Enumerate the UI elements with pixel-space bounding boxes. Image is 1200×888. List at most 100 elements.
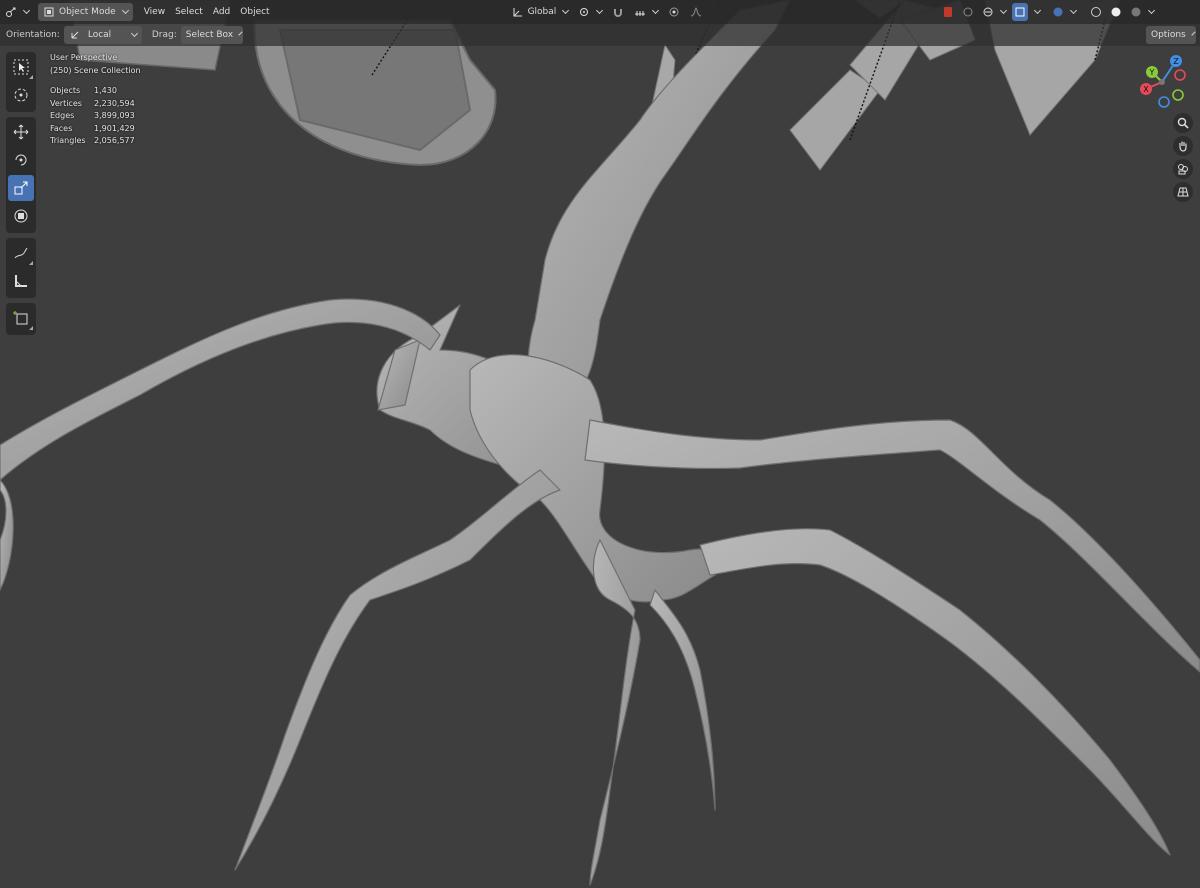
menu-add[interactable]: Add	[208, 3, 235, 21]
snap-magnet-icon	[614, 9, 623, 17]
selectability-button[interactable]	[940, 3, 956, 21]
tool-settings-bar: Orientation: Local Drag: Select Box Opti…	[0, 24, 1200, 46]
stat-key: Triangles	[50, 136, 86, 145]
cursor-tool[interactable]	[8, 82, 34, 108]
proportional-editing-icon	[669, 7, 679, 17]
3d-viewport[interactable]: Object Mode View Select Add Object Globa…	[0, 0, 1200, 888]
stat-value: 2,230,594	[94, 98, 135, 108]
rotate-tool[interactable]	[8, 147, 34, 173]
navigation-buttons	[1173, 113, 1195, 205]
rotate-icon	[15, 154, 27, 166]
scale-tool[interactable]	[8, 175, 34, 201]
menu-select[interactable]: Select	[170, 3, 208, 21]
stat-value: 3,899,093	[94, 111, 135, 120]
add-cube-tool[interactable]	[8, 305, 34, 331]
menu-add-label: Add	[212, 7, 231, 17]
solid-shading-icon	[1111, 7, 1121, 17]
move-icon	[13, 124, 29, 140]
overlays-toggle[interactable]	[980, 3, 1008, 21]
snap-toggle[interactable]	[607, 3, 629, 21]
navigation-gizmo[interactable]: Z Y X	[1134, 52, 1194, 112]
selectability-icon	[944, 7, 952, 17]
add-cube-icon	[13, 311, 28, 325]
transform-icon	[14, 209, 28, 223]
local-axes-icon	[71, 31, 79, 39]
proportional-editing-toggle[interactable]	[663, 3, 685, 21]
solid-shading-button[interactable]	[1108, 3, 1124, 21]
stat-row: Objects 1,430	[50, 85, 141, 98]
move-tool[interactable]	[8, 119, 34, 145]
orientation-label: Orientation:	[6, 30, 60, 40]
stat-value: 1,430	[94, 86, 117, 95]
gizmo-toggle[interactable]	[960, 3, 976, 21]
options-dropdown[interactable]: Options	[1146, 26, 1196, 44]
falloff-curve-icon	[691, 7, 702, 17]
orientation-value: Local	[87, 30, 112, 40]
zoom-button[interactable]	[1173, 113, 1193, 133]
stat-row: Faces 1,901,429	[50, 123, 141, 136]
annotate-icon	[14, 247, 28, 259]
stat-row: Triangles 2,056,577	[50, 135, 141, 148]
view-name: User Perspective	[50, 53, 118, 62]
stat-row: Edges 3,899,093	[50, 110, 141, 123]
overlays-icon	[983, 7, 993, 17]
drag-label: Drag:	[151, 30, 177, 40]
measure-icon	[15, 275, 27, 287]
cursor-icon	[14, 88, 28, 102]
rendered-shading-button[interactable]	[1128, 3, 1156, 21]
rendered-shading-icon	[1131, 7, 1141, 17]
menu-select-label: Select	[175, 7, 203, 17]
snap-increment-icon	[635, 11, 646, 16]
annotate-tool[interactable]	[8, 240, 34, 266]
stat-key: Vertices	[50, 98, 82, 108]
pivot-point-icon	[580, 8, 589, 16]
xray-toggle[interactable]	[1012, 3, 1028, 21]
orientation-dropdown[interactable]: Local	[63, 26, 142, 44]
creature-mesh	[0, 0, 1200, 886]
mode-dropdown[interactable]: Object Mode	[38, 3, 133, 21]
stat-value: 2,056,577	[94, 136, 135, 145]
stat-key: Edges	[50, 111, 75, 120]
pivot-point-dropdown[interactable]	[573, 3, 607, 21]
stat-value: 1,901,429	[94, 123, 135, 133]
transform-orientation-label: Global	[527, 7, 557, 17]
grid-perspective-icon	[1177, 187, 1189, 197]
3d-viewport-icon	[6, 7, 16, 17]
material-preview-icon	[1053, 7, 1063, 17]
y-axis-label: Y	[1149, 68, 1155, 77]
stat-key: Objects	[50, 86, 81, 95]
options-label: Options	[1151, 30, 1186, 40]
object-mode-icon	[44, 7, 54, 17]
menu-view[interactable]: View	[139, 3, 170, 21]
viewport-shading-popover[interactable]	[1050, 3, 1078, 21]
select-box-icon	[13, 59, 29, 75]
pan-hand-icon	[1179, 141, 1187, 152]
toolbar	[6, 52, 36, 340]
transform-orientation-dropdown[interactable]: Global	[507, 3, 574, 21]
proportional-falloff-dropdown[interactable]	[685, 3, 707, 21]
xray-icon	[1015, 7, 1025, 17]
viewport-header: Object Mode View Select Add Object Globa…	[0, 0, 1200, 24]
drag-value: Select Box	[185, 30, 234, 40]
gizmo-toggle-icon	[963, 7, 973, 17]
camera-icon	[1178, 164, 1188, 175]
perspective-toggle-button[interactable]	[1173, 182, 1193, 202]
scale-icon	[14, 181, 28, 195]
editor-type-button[interactable]	[0, 3, 34, 21]
negative-x-axis-icon	[1174, 69, 1186, 81]
drag-dropdown[interactable]: Select Box	[180, 26, 243, 44]
stat-row: Vertices 2,230,594	[50, 98, 141, 111]
select-box-tool[interactable]	[8, 54, 34, 80]
global-axes-icon	[513, 8, 522, 17]
measure-tool[interactable]	[8, 268, 34, 294]
pan-button[interactable]	[1173, 136, 1193, 156]
menu-object[interactable]: Object	[235, 3, 274, 21]
stat-key: Faces	[50, 123, 73, 133]
transform-tool[interactable]	[8, 203, 34, 229]
camera-view-button[interactable]	[1173, 159, 1193, 179]
wireframe-shading-button[interactable]	[1088, 3, 1104, 21]
menu-view-label: View	[143, 7, 166, 17]
snap-target-dropdown[interactable]	[629, 3, 663, 21]
viewport-scene	[0, 0, 1200, 886]
viewport-stats-overlay: User Perspective (250) Scene Collection …	[50, 52, 141, 148]
